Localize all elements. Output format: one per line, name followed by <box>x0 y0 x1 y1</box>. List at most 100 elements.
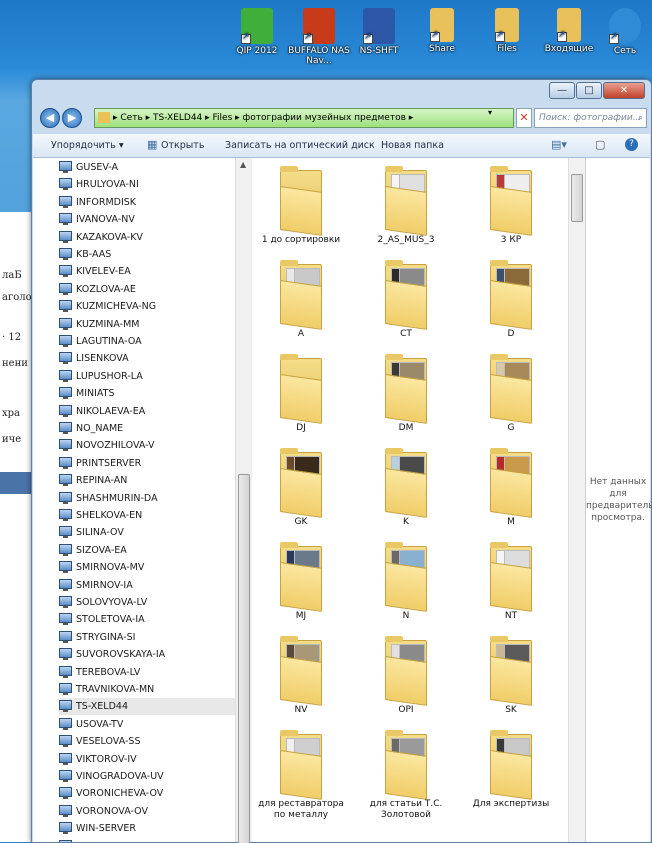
folder-item[interactable]: Для экспертизы <box>466 730 556 810</box>
folder-item[interactable]: для реставратора по металлу <box>256 730 346 821</box>
nav-item-usova-tv[interactable]: USOVA-TV <box>59 716 235 733</box>
nav-item-kivelev-ea[interactable]: KIVELEV-EA <box>59 263 235 280</box>
folder-item[interactable]: 1 до сортировки <box>256 166 346 246</box>
nav-item-sizova-ea[interactable]: SIZOVA-EA <box>59 542 235 559</box>
breadcrumb-item[interactable]: фотографии музейных предметов <box>243 113 406 123</box>
folder-item[interactable]: 3 КР <box>466 166 556 246</box>
folder-item[interactable]: NV <box>256 636 346 716</box>
folder-item[interactable]: N <box>361 542 451 622</box>
desktop-icon-0[interactable]: QIP 2012 <box>222 4 292 56</box>
navigation-scrollbar[interactable]: ▲ <box>235 158 252 843</box>
folder-item[interactable]: CT <box>361 260 451 340</box>
desktop-icon-3[interactable]: Share <box>407 4 477 54</box>
back-arrow-icon[interactable]: ◀ <box>40 108 60 128</box>
nav-item-voronicheva-ov[interactable]: VORONICHEVA-OV <box>59 785 235 802</box>
nav-item-stoletova-ia[interactable]: STOLETOVA-IA <box>59 611 235 628</box>
nav-item-strygina-si[interactable]: STRYGINA-SI <box>59 629 235 646</box>
folder-item[interactable]: DJ <box>256 354 346 434</box>
nav-item-nikolaeva-ea[interactable]: NIKOLAEVA-EA <box>59 403 235 420</box>
nav-item-kozlova-ae[interactable]: KOZLOVA-AE <box>59 281 235 298</box>
address-row: ◀ ▶ ▸ Сеть ▸ TS-XELD44 ▸ Files ▸ фотогра… <box>36 105 647 131</box>
organize-menu[interactable]: Упорядочить ▾ <box>51 140 124 151</box>
desktop-icon-2[interactable]: NS-SHFT <box>344 4 414 56</box>
close-button[interactable]: ✕ <box>603 82 645 99</box>
folder-item[interactable]: GK <box>256 448 346 528</box>
nav-item-travnikova-mn[interactable]: TRAVNIKOVA-MN <box>59 681 235 698</box>
folder-item[interactable]: MJ <box>256 542 346 622</box>
address-bar[interactable]: ▸ Сеть ▸ TS-XELD44 ▸ Files ▸ фотографии … <box>94 108 514 128</box>
nav-item-lupushor-la[interactable]: LUPUSHOR-LA <box>59 368 235 385</box>
burn-disc-button[interactable]: Записать на оптический диск <box>225 140 375 151</box>
nav-item-smirnova-mv[interactable]: SMIRNOVA-MV <box>59 559 235 576</box>
nav-item-kazakova-kv[interactable]: KAZAKOVA-KV <box>59 229 235 246</box>
folder-item[interactable]: K <box>361 448 451 528</box>
nav-item-vinogradova-uv[interactable]: VINOGRADOVA-UV <box>59 768 235 785</box>
nav-item-suvorovskaya-ia[interactable]: SUVOROVSKAYA-IA <box>59 646 235 663</box>
background-document-window[interactable]: лаБ аголо · 12 нени хра иче <box>0 212 34 842</box>
minimize-button[interactable]: — <box>549 82 575 99</box>
folder-item[interactable]: M <box>466 448 556 528</box>
address-separator-icon[interactable]: ▸ <box>202 113 212 123</box>
scroll-up-icon[interactable]: ▲ <box>240 160 246 169</box>
file-list-scroll-thumb[interactable] <box>571 174 583 222</box>
nav-item-kuzmicheva-ng[interactable]: KUZMICHEVA-NG <box>59 298 235 315</box>
address-dropdown-icon[interactable]: ▾ <box>488 108 492 117</box>
nav-item-silina-ov[interactable]: SILINA-OV <box>59 524 235 541</box>
nav-item-hrulyova-ni[interactable]: HRULYOVA-NI <box>59 176 235 193</box>
maximize-button[interactable]: □ <box>576 82 602 99</box>
nav-item-kuzmina-mm[interactable]: KUZMINA-MM <box>59 316 235 333</box>
search-input[interactable]: Поиск: фотографии... ⌕ <box>534 108 647 128</box>
nav-item-veselova-ss[interactable]: VESELOVA-SS <box>59 733 235 750</box>
nav-item-shashmurin-da[interactable]: SHASHMURIN-DA <box>59 490 235 507</box>
nav-item-voronova-ov[interactable]: VORONOVA-OV <box>59 803 235 820</box>
nav-item-repina-an[interactable]: REPINA-AN <box>59 472 235 489</box>
nav-item-lagutina-oa[interactable]: LAGUTINA-OA <box>59 333 235 350</box>
nav-item-lisenkova[interactable]: LISENKOVA <box>59 350 235 367</box>
new-folder-button[interactable]: Новая папка <box>381 140 444 151</box>
search-icon[interactable]: ⌕ <box>638 109 643 127</box>
address-separator-icon[interactable]: ▸ <box>406 113 414 123</box>
folder-item[interactable]: для статьи Т.С. Золотовой <box>361 730 451 821</box>
folder-item[interactable]: DM <box>361 354 451 434</box>
open-button[interactable]: Открыть <box>161 140 204 151</box>
view-options-icon[interactable]: ▤▾ <box>551 138 567 151</box>
nav-item-label: IVANOVA-NV <box>76 214 135 226</box>
nav-item-informdisk[interactable]: INFORMDISK <box>59 194 235 211</box>
nav-item-shelkova-en[interactable]: SHELKOVA-EN <box>59 507 235 524</box>
help-icon[interactable]: ? <box>625 138 638 151</box>
nav-item-terebova-lv[interactable]: TEREBOVA-LV <box>59 664 235 681</box>
stop-icon[interactable]: ✕ <box>516 108 532 128</box>
folder-item[interactable]: G <box>466 354 556 434</box>
address-separator-icon[interactable]: ▸ <box>232 113 242 123</box>
nav-item-ts-xeld44[interactable]: TS-XELD44 <box>59 698 235 716</box>
desktop-icon-6[interactable]: Сеть <box>590 4 652 56</box>
address-separator-icon[interactable]: ▸ <box>143 113 153 123</box>
forward-arrow-icon[interactable]: ▶ <box>62 108 82 128</box>
nav-item-printserver[interactable]: PRINTSERVER <box>59 455 235 472</box>
desktop-icon-4[interactable]: Files <box>472 4 542 54</box>
folder-label: NT <box>504 611 518 621</box>
preview-pane-icon[interactable]: ▢ <box>595 138 605 151</box>
breadcrumb-item[interactable]: Сеть <box>120 113 142 123</box>
navigation-scroll-thumb[interactable] <box>238 474 250 843</box>
nav-item-kb-aas[interactable]: KB-AAS <box>59 246 235 263</box>
folder-item[interactable]: D <box>466 260 556 340</box>
nav-item-gusev-a[interactable]: GUSEV-A <box>59 159 235 176</box>
folder-item[interactable]: 2_AS_MUS_3 <box>361 166 451 246</box>
folder-item[interactable]: OPI <box>361 636 451 716</box>
nav-item-ivanova-nv[interactable]: IVANOVA-NV <box>59 211 235 228</box>
folder-item[interactable]: A <box>256 260 346 340</box>
nav-item-smirnov-ia[interactable]: SMIRNOV-IA <box>59 577 235 594</box>
folder-item[interactable]: NT <box>466 542 556 622</box>
folder-item[interactable]: SK <box>466 636 556 716</box>
file-list-scrollbar[interactable] <box>568 158 585 842</box>
nav-item-win-server[interactable]: WIN-SERVER <box>59 820 235 837</box>
nav-item-miniats[interactable]: MINIATS <box>59 385 235 402</box>
nav-item-zajcev-sa[interactable]: ZAJCEV-SA <box>59 838 235 842</box>
nav-item-viktorov-iv[interactable]: VIKTOROV-IV <box>59 751 235 768</box>
nav-item-no_name[interactable]: NO_NAME <box>59 420 235 437</box>
nav-item-novozhilova-v[interactable]: NOVOZHILOVA-V <box>59 437 235 454</box>
nav-item-solovyova-lv[interactable]: SOLOVYOVA-LV <box>59 594 235 611</box>
breadcrumb-item[interactable]: Files <box>213 113 233 123</box>
breadcrumb-item[interactable]: TS-XELD44 <box>153 113 202 123</box>
